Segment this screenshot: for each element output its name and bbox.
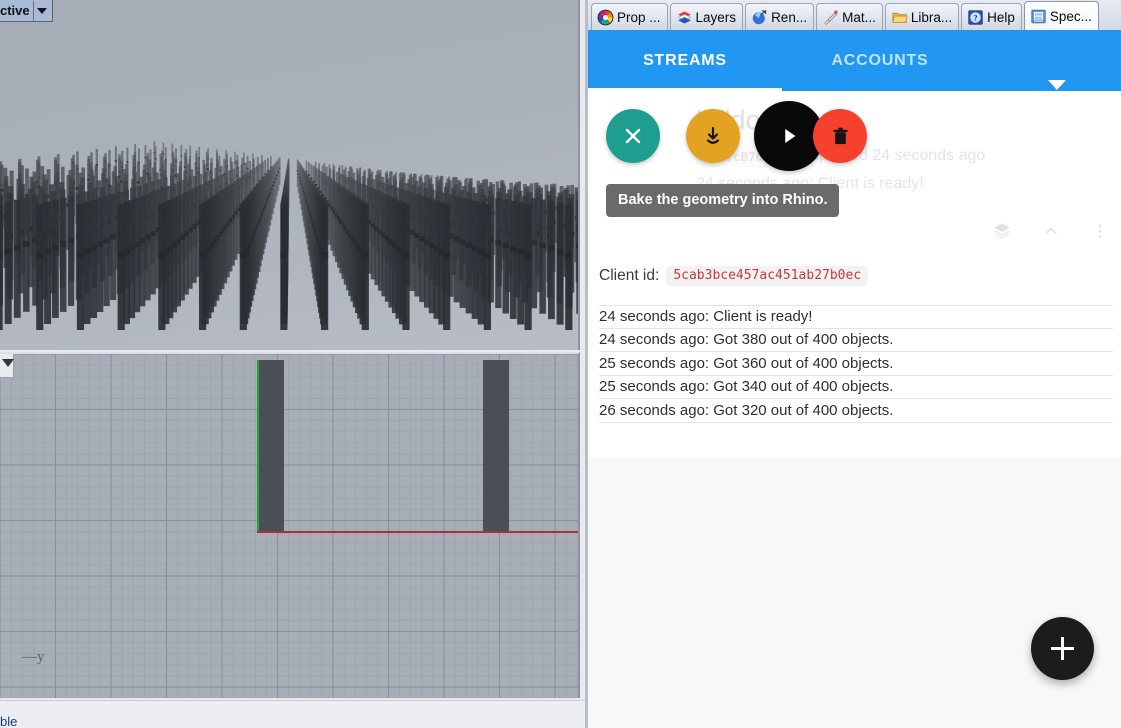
help-question-icon: ? bbox=[967, 9, 984, 26]
axis-x-red bbox=[257, 531, 580, 533]
rhino-tab-label: Prop ... bbox=[617, 10, 661, 25]
log-row-text: 26 seconds ago: Got 320 out of 400 objec… bbox=[599, 402, 893, 419]
rhino-tab-label: Spec... bbox=[1050, 9, 1092, 24]
chevron-down-icon[interactable] bbox=[1048, 80, 1066, 90]
rhino-tab-spec[interactable]: Spec... bbox=[1024, 1, 1099, 30]
viewport-perspective-label[interactable]: ctive bbox=[0, 0, 53, 22]
axis-label-y: —y bbox=[22, 649, 45, 666]
rhino-tab-label: Layers bbox=[696, 10, 737, 25]
layers-icon[interactable] bbox=[992, 221, 1012, 246]
download-bake-icon bbox=[701, 124, 725, 148]
rhino-tab-label: Help bbox=[987, 10, 1015, 25]
bake-button[interactable] bbox=[686, 109, 740, 163]
speckle-header: STREAMS ACCOUNTS bbox=[588, 30, 1121, 91]
client-id-value[interactable]: 5cab3bce457ac451ab27b0ec bbox=[666, 266, 868, 286]
color-wheel-icon bbox=[597, 9, 614, 26]
rhino-tab-layers[interactable]: Layers bbox=[670, 3, 744, 30]
rhino-tab-mat[interactable]: Mat... bbox=[816, 3, 883, 30]
bake-tooltip-text: Bake the geometry into Rhino. bbox=[618, 192, 827, 208]
log-row-text: 25 seconds ago: Got 360 out of 400 objec… bbox=[599, 355, 893, 372]
bake-tooltip: Bake the geometry into Rhino. bbox=[606, 184, 839, 217]
tab-streams-label: STREAMS bbox=[643, 52, 727, 70]
rhino-tab-ren[interactable]: Ren... bbox=[745, 3, 814, 30]
rhino-tab-label: Mat... bbox=[842, 10, 876, 25]
client-id-row: Client id: 5cab3bce457ac451ab27b0ec bbox=[599, 266, 868, 286]
perspective-geometry bbox=[0, 0, 580, 350]
viewport-front-menu-caret-icon[interactable] bbox=[0, 354, 14, 378]
front-bar-right bbox=[483, 360, 509, 532]
viewport-perspective[interactable]: ctive bbox=[0, 0, 580, 350]
stream-action-row: Bake the geometry into Rhino. bbox=[588, 91, 1121, 216]
add-stream-fab[interactable] bbox=[1031, 617, 1094, 680]
rhino-tab-libra[interactable]: Libra... bbox=[885, 3, 959, 30]
rhino-tab-label: Libra... bbox=[911, 10, 952, 25]
stream-secondary-icon-row bbox=[992, 216, 1110, 250]
stream-log-list: 24 seconds ago: Client is ready! 24 secon… bbox=[599, 305, 1113, 423]
play-triangle-icon bbox=[776, 123, 802, 149]
log-row: 24 seconds ago: Client is ready! bbox=[599, 305, 1113, 329]
rhino-tab-help[interactable]: ? Help bbox=[961, 3, 1022, 30]
rhino-docked-tab-strip: Prop ... Layers Ren... Mat... Libra...? Help S… bbox=[588, 0, 1121, 30]
speckle-book-icon bbox=[1030, 8, 1047, 25]
log-row-text: 24 seconds ago: Client is ready! bbox=[599, 308, 812, 325]
viewport-menu-caret-icon[interactable] bbox=[33, 1, 50, 21]
log-row-text: 25 seconds ago: Got 340 out of 400 objec… bbox=[599, 378, 893, 395]
chevron-up-icon[interactable] bbox=[1041, 221, 1061, 246]
tab-accounts[interactable]: ACCOUNTS bbox=[782, 30, 978, 91]
trash-can-icon bbox=[829, 125, 852, 148]
layers-stack-icon bbox=[676, 9, 693, 26]
log-row: 24 seconds ago: Got 380 out of 400 objec… bbox=[599, 329, 1113, 353]
rhino-workspace: ctive —y ble bbox=[0, 0, 585, 728]
app-root: ctive —y ble Prop ... Layers Ren... Mat... L… bbox=[0, 0, 1121, 728]
rhino-tab-label: Ren... bbox=[771, 10, 807, 25]
rhino-tab-prop[interactable]: Prop ... bbox=[591, 3, 668, 30]
close-button[interactable] bbox=[606, 109, 660, 163]
kebab-menu-icon[interactable] bbox=[1090, 221, 1110, 246]
axis-y-green bbox=[257, 360, 259, 533]
log-row: 25 seconds ago: Got 360 out of 400 objec… bbox=[599, 352, 1113, 376]
close-x-icon bbox=[621, 124, 645, 148]
delete-button[interactable] bbox=[813, 109, 867, 163]
render-sphere-icon bbox=[751, 9, 768, 26]
stream-card: kaldor hb37cB7d updated 24 seconds ago 2… bbox=[588, 91, 1121, 458]
tab-streams[interactable]: STREAMS bbox=[588, 30, 782, 91]
tab-accounts-label: ACCOUNTS bbox=[831, 52, 928, 70]
log-row-text: 24 seconds ago: Got 380 out of 400 objec… bbox=[599, 331, 893, 348]
speckle-panel: Prop ... Layers Ren... Mat... Libra...? Help S… bbox=[585, 0, 1121, 728]
front-bar-left bbox=[258, 360, 284, 532]
client-id-label: Client id: bbox=[599, 267, 659, 285]
material-brush-icon bbox=[822, 9, 839, 26]
log-row: 26 seconds ago: Got 320 out of 400 objec… bbox=[599, 399, 1113, 423]
viewport-perspective-label-text: ctive bbox=[0, 3, 33, 18]
rhino-status-text: ble bbox=[0, 714, 17, 728]
viewport-front[interactable]: —y bbox=[0, 352, 580, 698]
log-row: 25 seconds ago: Got 340 out of 400 objec… bbox=[599, 376, 1113, 400]
plus-icon-vertical bbox=[1061, 637, 1064, 660]
svg-text:?: ? bbox=[974, 13, 978, 22]
folder-icon bbox=[891, 9, 908, 26]
rhino-status-bar: ble bbox=[0, 700, 585, 728]
